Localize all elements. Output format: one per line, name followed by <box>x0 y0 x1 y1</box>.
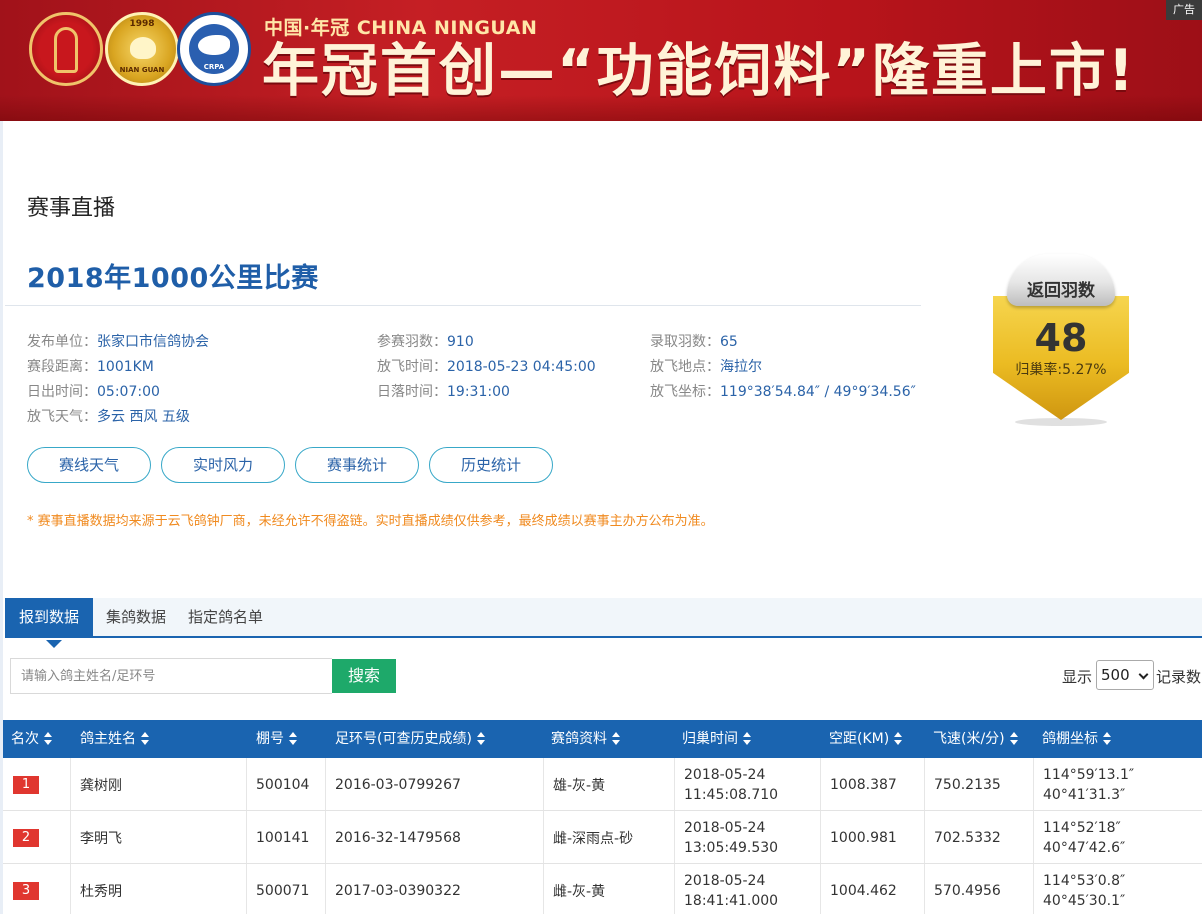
sort-icon <box>1009 732 1019 746</box>
rank-cell: 2 <box>3 811 70 864</box>
coords-cell: 114°53′0.8″ 40°45′30.1″ <box>1043 872 1126 909</box>
active-tab-caret <box>46 640 62 648</box>
info-sunset: 日落时间：19:31:00 <box>377 384 510 400</box>
badge-label: 返回羽数 <box>1027 281 1095 301</box>
info-distance: 赛段距离：1001KM <box>27 359 154 375</box>
results-table-header: 名次 鸽主姓名 棚号 足环号(可查历史成绩) 赛鸽资料 归巢时间 空距(KM) … <box>3 720 1202 758</box>
sort-icon <box>612 732 621 746</box>
page-size-value: 500 <box>1101 666 1130 684</box>
distance-cell: 1004.462 <box>830 882 897 899</box>
medal-year: 1998 <box>129 19 155 29</box>
loft-cell: 100141 <box>256 829 310 846</box>
col-loft[interactable]: 棚号 <box>246 720 325 758</box>
col-owner[interactable]: 鸽主姓名 <box>70 720 246 758</box>
info-publisher: 发布单位：张家口市信鸽协会 <box>27 334 209 350</box>
speed-cell: 570.4956 <box>934 882 1001 899</box>
page-size-select[interactable]: 500 <box>1096 660 1154 690</box>
col-speed[interactable]: 飞速(米/分) <box>924 720 1033 758</box>
coords-cell: 114°52′18″ 40°47′42.6″ <box>1043 819 1126 856</box>
sort-icon <box>44 732 53 746</box>
ring-cell[interactable]: 2016-32-1479568 <box>325 811 543 864</box>
search-button[interactable]: 搜索 <box>332 659 396 693</box>
route-weather-button[interactable]: 赛线天气 <box>27 447 151 483</box>
records-label: 记录数 <box>1156 668 1202 686</box>
medal-logo: 1998 NIAN GUAN <box>105 12 179 86</box>
sort-icon <box>289 732 298 746</box>
data-tabs: 报到数据 集鸽数据 指定鸽名单 <box>5 598 1202 638</box>
distance-cell: 1008.387 <box>830 776 897 793</box>
rank-cell: 1 <box>3 758 70 811</box>
crpa-logo: CRPA <box>177 12 251 86</box>
table-row: 1 龚树刚 500104 2016-03-0799267 雄-灰-黄 2018-… <box>3 758 1202 811</box>
owner-cell[interactable]: 龚树刚 <box>70 758 246 811</box>
table-row: 2 李明飞 100141 2016-32-1479568 雌-深雨点-砂 201… <box>3 811 1202 864</box>
loft-cell: 500104 <box>256 776 310 793</box>
data-source-notice: * 赛事直播数据均来源于云飞鸽钟厂商，未经允许不得盗链。实时直播成绩仅供参考，最… <box>27 514 714 529</box>
banner-headline: 年冠首创—“功能饲料”隆重上市! <box>262 38 1136 104</box>
pigeon-cell: 雌-灰-黄 <box>553 883 606 900</box>
info-release-place: 放飞地点：海拉尔 <box>650 359 762 375</box>
info-release-time: 放飞时间：2018-05-23 04:45:00 <box>377 359 596 375</box>
arrival-cell: 2018-05-24 13:05:49.530 <box>684 819 779 856</box>
return-count-badge: 返回羽数 48 归巢率:5.27% <box>993 250 1129 432</box>
col-ring[interactable]: 足环号(可查历史成绩) <box>325 720 543 758</box>
race-stats-button[interactable]: 赛事统计 <box>295 447 419 483</box>
badge-rate: 归巢率:5.27% <box>1015 362 1107 378</box>
info-winners: 录取羽数：65 <box>650 334 738 350</box>
rank-cell: 3 <box>3 864 70 914</box>
owner-cell[interactable]: 杜秀明 <box>70 864 246 914</box>
table-row: 3 杜秀明 500071 2017-03-0390322 雌-灰-黄 2018-… <box>3 864 1202 914</box>
owner-cell[interactable]: 李明飞 <box>70 811 246 864</box>
badge-count: 48 <box>1034 316 1088 360</box>
ring-cell[interactable]: 2016-03-0799267 <box>325 758 543 811</box>
history-stats-button[interactable]: 历史统计 <box>429 447 553 483</box>
arrival-cell: 2018-05-24 18:41:41.000 <box>684 872 779 909</box>
speed-cell: 702.5332 <box>934 829 1001 846</box>
distance-cell: 1000.981 <box>830 829 897 846</box>
race-title: 2018年1000公里比赛 <box>27 263 319 294</box>
ad-banner[interactable]: 1998 NIAN GUAN CRPA 中国·年冠 CHINA NINGUAN … <box>0 0 1202 121</box>
info-weather: 放飞天气：多云 西风 五级 <box>27 409 190 425</box>
speed-cell: 750.2135 <box>934 776 1001 793</box>
col-loft-coords[interactable]: 鸽棚坐标 <box>1033 720 1202 758</box>
crpa-text: CRPA <box>203 63 225 71</box>
rank-badge: 1 <box>13 775 39 794</box>
tab-arrival-data[interactable]: 报到数据 <box>5 598 93 636</box>
col-arrival[interactable]: 归巢时间 <box>674 720 820 758</box>
pigeon-cell: 雌-深雨点-砂 <box>553 830 634 847</box>
rank-badge: 3 <box>13 881 39 900</box>
arrival-cell: 2018-05-24 11:45:08.710 <box>684 766 779 803</box>
ring-cell[interactable]: 2017-03-0390322 <box>325 864 543 914</box>
ad-label: 广告 <box>1166 0 1202 20</box>
section-title: 赛事直播 <box>27 196 116 221</box>
col-rank[interactable]: 名次 <box>3 720 70 758</box>
title-divider <box>5 305 921 306</box>
tab-designated-list[interactable]: 指定鸽名单 <box>188 598 263 636</box>
col-distance[interactable]: 空距(KM) <box>820 720 924 758</box>
sort-icon <box>476 732 486 746</box>
nianguan-logo <box>29 12 103 86</box>
sort-icon <box>894 732 903 746</box>
info-entries: 参赛羽数：910 <box>377 334 474 350</box>
medal-text: NIAN GUAN <box>119 66 165 74</box>
pigeon-cell: 雄-灰-黄 <box>553 777 606 794</box>
info-coords: 放飞坐标：119°38′54.84″ / 49°9′34.56″ <box>650 384 916 400</box>
loft-cell: 500071 <box>256 882 310 899</box>
sort-icon <box>1103 732 1112 746</box>
coords-cell: 114°59′13.1″ 40°41′31.3″ <box>1043 766 1135 803</box>
col-pigeon[interactable]: 赛鸽资料 <box>543 720 674 758</box>
rank-badge: 2 <box>13 828 39 847</box>
tab-collection-data[interactable]: 集鸽数据 <box>106 598 166 636</box>
sort-icon <box>141 732 150 746</box>
sort-icon <box>743 732 752 746</box>
chevron-down-icon <box>1138 669 1149 680</box>
show-label: 显示 <box>1062 668 1093 686</box>
search-input[interactable] <box>10 658 332 694</box>
live-wind-button[interactable]: 实时风力 <box>161 447 285 483</box>
info-sunrise: 日出时间：05:07:00 <box>27 384 160 400</box>
